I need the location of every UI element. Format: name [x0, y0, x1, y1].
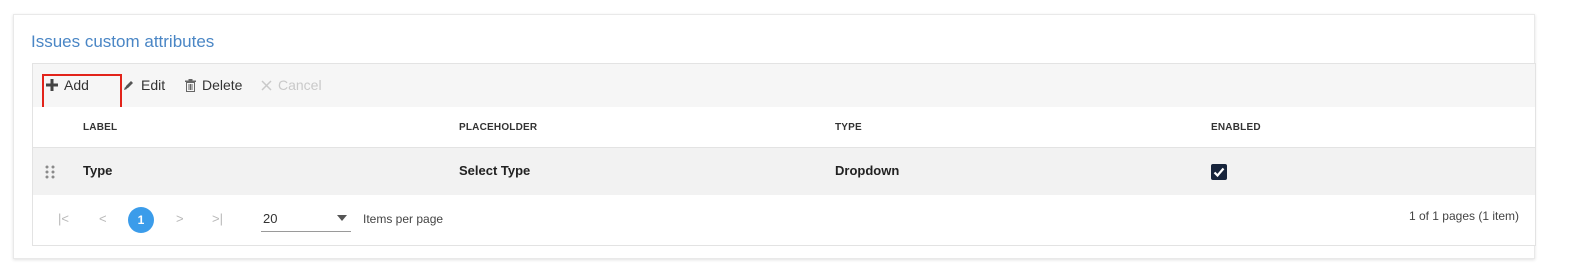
page-size-dropdown[interactable]: 20: [261, 201, 351, 232]
grid-toolbar: Add Edit Delete Cancel: [33, 64, 1535, 116]
drag-handle-icon[interactable]: [45, 165, 55, 179]
delete-button[interactable]: Delete: [185, 75, 242, 95]
previous-page-icon[interactable]: <: [99, 211, 107, 226]
edit-button-label: Edit: [141, 77, 166, 93]
grid-header: LABEL PLACEHOLDER TYPE ENABLED: [33, 107, 1535, 148]
card-title: Issues custom attributes: [31, 32, 215, 51]
edit-button[interactable]: Edit: [123, 75, 165, 95]
trash-icon: [185, 78, 196, 92]
column-header-label[interactable]: LABEL: [83, 122, 117, 133]
caret-down-icon: [337, 215, 347, 221]
issues-custom-attributes-card: Issues custom attributes Add Edit Delete…: [13, 14, 1536, 259]
first-page-icon[interactable]: |<: [58, 211, 69, 226]
delete-button-label: Delete: [202, 77, 243, 93]
table-row[interactable]: Type Select Type Dropdown: [33, 148, 1535, 196]
page-number-current[interactable]: 1: [128, 207, 154, 233]
cancel-button-label: Cancel: [278, 77, 322, 93]
column-header-type[interactable]: TYPE: [835, 122, 862, 133]
pager-info: 1 of 1 pages (1 item): [1408, 209, 1519, 223]
cell-label: Type: [83, 163, 113, 178]
items-per-page-label: Items per page: [363, 212, 444, 226]
attributes-grid: Add Edit Delete Cancel LABEL PLACEHOLDER…: [32, 63, 1536, 246]
pager: |< < 1 > >| 20 Items per page 1 of 1 pag…: [33, 195, 1535, 245]
next-page-icon[interactable]: >: [176, 211, 184, 226]
cell-placeholder: Select Type: [459, 163, 531, 178]
last-page-icon[interactable]: >|: [212, 211, 223, 226]
column-header-enabled[interactable]: ENABLED: [1211, 122, 1261, 133]
close-icon: [261, 79, 272, 91]
pencil-icon: [124, 81, 133, 90]
cell-type: Dropdown: [835, 163, 900, 178]
checkmark-icon: [1213, 167, 1225, 178]
add-button[interactable]: Add: [42, 74, 122, 116]
page-size-value: 20: [263, 211, 278, 226]
cancel-button[interactable]: Cancel: [261, 75, 322, 95]
enabled-checkbox[interactable]: [1211, 164, 1227, 180]
column-header-placeholder[interactable]: PLACEHOLDER: [459, 122, 537, 133]
